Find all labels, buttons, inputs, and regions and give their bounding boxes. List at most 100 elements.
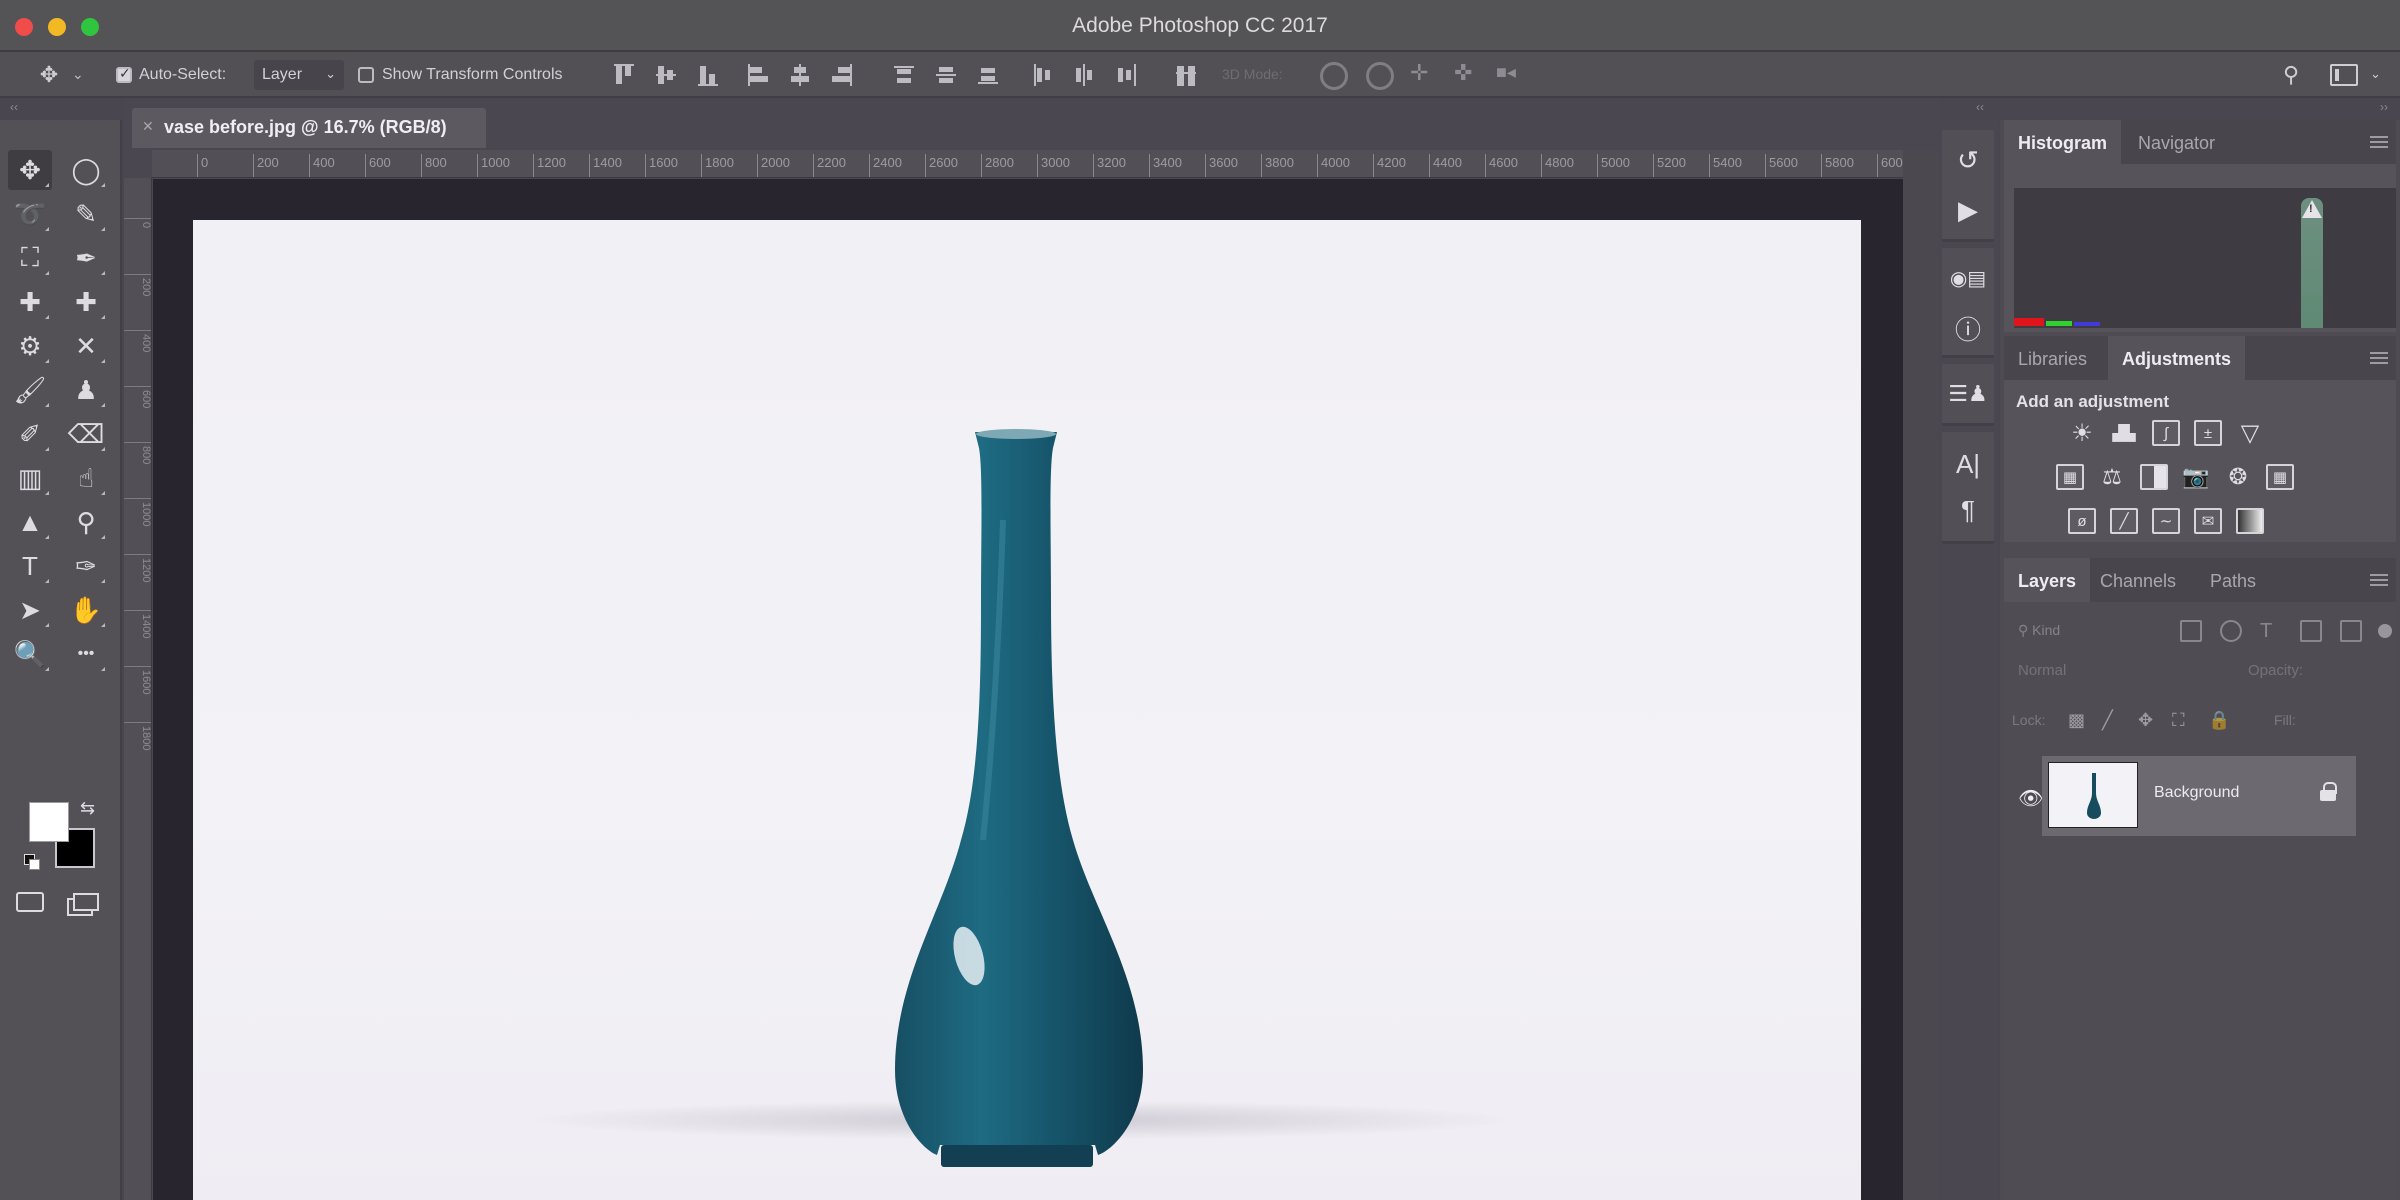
vertical-ruler[interactable]: 0 200 400 600 800 1000 1200 1400 1600 1800 [124,178,152,1200]
filter-toggle-icon[interactable] [2378,624,2392,638]
align-vertical-centers-icon[interactable] [654,62,678,88]
tab-libraries[interactable]: Libraries [2004,336,2101,380]
align-right-edges-icon[interactable] [830,62,854,88]
foreground-color-swatch[interactable] [29,802,69,842]
rotate-3d-icon[interactable] [1320,62,1348,90]
history-icon[interactable]: ↺ [1942,140,1994,180]
zoom-tool[interactable]: 🔍 [8,634,52,674]
brightness-contrast-icon[interactable]: ☀ [2068,420,2096,447]
lock-transparent-pixels-icon[interactable]: ▩ [2068,710,2085,731]
blend-mode-dropdown[interactable]: Normal [2018,662,2066,679]
vibrance-icon[interactable]: ▽ [2236,420,2264,447]
character-icon[interactable]: A| [1942,444,1994,484]
horizontal-ruler[interactable]: 0 200 400 600 800 1000 1200 1400 1600 1800 2000 220… [152,150,1904,178]
lock-artboard-icon[interactable]: ⛶ [2172,710,2185,731]
close-document-icon[interactable]: ✕ [142,118,154,135]
eraser-tool[interactable]: ⌫ [64,414,108,454]
opacity-label[interactable]: Opacity: [2248,662,2303,679]
swap-colors-icon[interactable]: ⇆ [80,798,95,819]
brush-tool[interactable]: 🖌 [8,370,52,410]
distribute-vertical-centers-icon[interactable] [934,62,958,88]
panel-menu-icon[interactable] [2370,574,2388,586]
layer-lock-icon[interactable] [2320,782,2337,801]
layer-visibility-eye-icon[interactable]: 👁 [2018,786,2043,811]
distribute-right-edges-icon[interactable] [1114,62,1138,88]
workspace-chevron-down-icon[interactable]: ⌄ [2370,66,2381,82]
quick-selection-tool[interactable]: ✎ [64,194,108,234]
crop-tool[interactable]: ⛶ [8,238,52,278]
panel-menu-icon[interactable] [2370,352,2388,364]
history-brush-tool[interactable]: ✐ [8,414,52,454]
collapse-icon-column-icon[interactable]: ‹‹ [1976,100,1984,120]
filter-adjustment-layers-icon[interactable] [2220,620,2242,642]
quick-mask-mode-icon[interactable] [8,882,52,922]
actions-icon[interactable]: ▶ [1942,190,1994,230]
filter-pixel-layers-icon[interactable] [2180,620,2202,642]
layer-filter-kind[interactable]: ⚲ Kind [2018,622,2060,639]
exposure-icon[interactable]: ± [2194,420,2222,446]
tab-channels[interactable]: Channels [2086,558,2190,602]
filter-smart-objects-icon[interactable] [2340,620,2362,642]
elliptical-marquee-tool[interactable]: ◯ [64,150,108,190]
color-balance-icon[interactable]: ⚖ [2098,464,2126,490]
healing-brush-tool[interactable]: ✚ [64,282,108,322]
cached-data-warning-icon[interactable] [2302,200,2322,218]
fill-label[interactable]: Fill: [2274,712,2296,728]
distribute-bottom-edges-icon[interactable] [976,62,1000,88]
black-white-icon[interactable] [2140,464,2168,490]
tab-paths[interactable]: Paths [2196,558,2270,602]
dodge-tool[interactable]: ⚲ [64,502,108,542]
channel-mixer-icon[interactable]: ❂ [2224,464,2252,490]
lock-all-icon[interactable]: 🔒 [2208,710,2230,731]
collapse-panels-icon[interactable]: ›› [2380,100,2388,120]
align-left-edges-icon[interactable] [746,62,770,88]
align-top-edges-icon[interactable] [612,62,636,88]
filter-shape-layers-icon[interactable] [2300,620,2322,642]
align-bottom-edges-icon[interactable] [696,62,720,88]
canvas-scroll-gutter[interactable] [1903,150,1940,1200]
spot-healing-brush-tool[interactable]: ✚ [8,282,52,322]
slide-3d-icon[interactable]: ✜ [1454,60,1472,86]
move-tool[interactable]: ✥ [8,150,52,190]
gradient-tool[interactable]: ▥ [8,458,52,498]
drag-3d-icon[interactable]: ✛ [1410,60,1428,86]
roll-3d-icon[interactable] [1366,62,1394,90]
panel-menu-icon[interactable] [2370,136,2388,148]
image-canvas[interactable] [193,220,1861,1200]
layer-row-background[interactable]: Background [2042,756,2356,836]
hand-tool[interactable]: ✋ [64,590,108,630]
threshold-icon[interactable]: ∼ [2152,508,2180,534]
default-colors-icon[interactable] [24,854,40,870]
lasso-tool[interactable]: ➰ [8,194,52,234]
selective-color-icon[interactable]: ✉ [2194,508,2222,534]
filter-type-layers-icon[interactable]: T [2260,620,2282,642]
levels-icon[interactable]: ▟▙ [2110,420,2138,446]
hue-saturation-icon[interactable]: ▦ [2056,464,2084,490]
tab-adjustments[interactable]: Adjustments [2108,336,2246,380]
blur-tool[interactable]: ▲ [8,502,52,542]
tab-histogram[interactable]: Histogram [2004,120,2122,164]
search-icon[interactable]: ⚲ [2276,60,2306,90]
eyedropper-tool[interactable]: ✒ [64,238,108,278]
photo-filter-icon[interactable]: 📷 [2182,464,2210,490]
tab-navigator[interactable]: Navigator [2124,120,2229,164]
edit-toolbar[interactable]: ••• [64,634,108,674]
curves-icon[interactable]: ∫ [2152,420,2180,446]
move-tool-icon[interactable]: ✥ [34,60,64,90]
lock-position-icon[interactable]: ✥ [2138,710,2153,731]
auto-select-checkbox[interactable] [116,65,132,83]
auto-select-target-dropdown[interactable]: Layer ⌄ [254,60,344,90]
tool-preset-chevron-down-icon[interactable]: ⌄ [72,66,84,83]
clone-stamp-tool[interactable]: ♟ [64,370,108,410]
content-aware-move-tool[interactable]: ✕ [64,326,108,366]
pen-tool[interactable]: ✑ [64,546,108,586]
collapse-tools-icon[interactable]: ‹‹ [10,100,18,120]
path-selection-tool[interactable]: ➤ [8,590,52,630]
info-icon[interactable]: ⓘ [1942,308,1994,348]
properties-icon[interactable]: ◉▤ [1942,258,1994,298]
distribute-left-edges-icon[interactable] [1030,62,1054,88]
tab-layers[interactable]: Layers [2004,558,2091,602]
smudge-tool[interactable]: ☝ [64,458,108,498]
scale-3d-icon[interactable]: ■◂ [1496,62,1516,83]
show-transform-controls-checkbox[interactable] [358,67,374,83]
